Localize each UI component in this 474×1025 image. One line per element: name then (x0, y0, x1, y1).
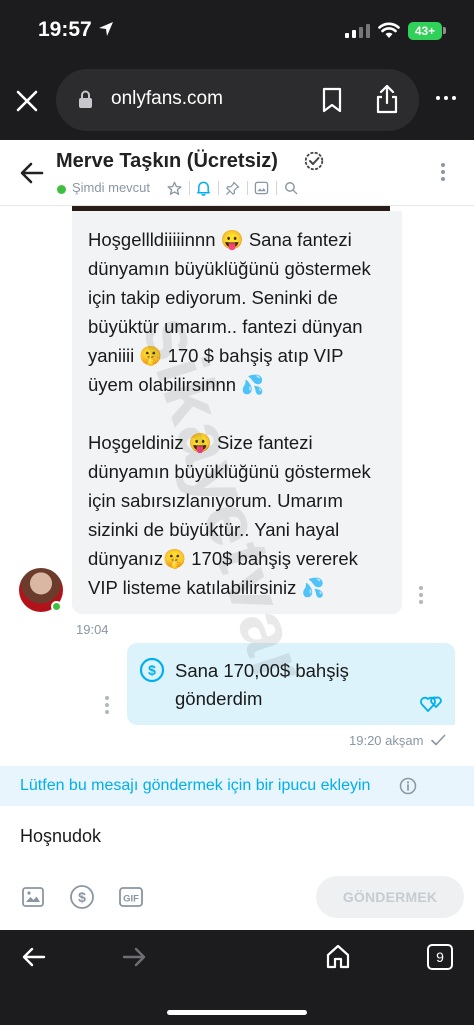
status-bar: 19:57 43+ (0, 0, 474, 62)
tabs-count-button[interactable]: 9 (427, 944, 453, 970)
bookmark-icon[interactable] (321, 87, 343, 113)
incoming-message-time: 19:04 (76, 622, 109, 637)
browser-toolbar: onlyfans.com (0, 62, 474, 140)
contact-name[interactable]: Merve Taşkın (Ücretsiz) (56, 150, 278, 173)
more-options-icon[interactable] (436, 96, 456, 100)
media-gallery-button[interactable] (247, 178, 276, 198)
avatar-online-dot (51, 601, 62, 612)
online-status-dot (57, 185, 66, 194)
svg-text:$: $ (78, 889, 86, 905)
dollar-circle-icon: $ (70, 885, 94, 909)
like-hearts-icon[interactable] (419, 691, 445, 715)
share-icon[interactable] (374, 84, 400, 114)
bell-icon (197, 181, 210, 196)
battery-indicator: 43+ (408, 22, 442, 40)
notifications-button[interactable] (189, 178, 218, 198)
send-button[interactable]: GÖNDERMEK (316, 876, 464, 918)
tip-required-notice: Lütfen bu mesajı göndermek için bir ipuc… (0, 766, 474, 806)
image-icon (22, 887, 44, 907)
home-indicator (167, 1010, 307, 1015)
image-icon (254, 181, 269, 195)
search-chat-button[interactable] (276, 178, 305, 198)
lock-icon (79, 90, 92, 108)
gif-icon: GIF (119, 887, 143, 907)
forward-arrow-icon[interactable] (122, 945, 146, 969)
chat-options-icon[interactable] (441, 163, 445, 181)
verified-badge-icon (304, 151, 324, 171)
cellular-signal-icon (345, 24, 370, 38)
battery-tip (443, 27, 446, 34)
pin-icon (225, 181, 240, 195)
attach-media-button[interactable] (19, 883, 47, 911)
back-arrow-icon[interactable] (22, 945, 46, 969)
browser-bottom-nav: 9 (0, 930, 474, 1025)
outgoing-message-time: 19:20 akşam (349, 733, 424, 748)
info-icon[interactable] (399, 777, 417, 795)
header-toolbar (160, 178, 305, 198)
address-bar[interactable]: onlyfans.com (56, 69, 419, 131)
message-options-icon[interactable] (105, 696, 109, 714)
home-icon[interactable] (325, 943, 351, 969)
gif-button[interactable]: GIF (117, 883, 145, 911)
send-tip-button[interactable]: $ (68, 883, 96, 911)
dollar-circle-icon: $ (139, 657, 165, 683)
svg-text:$: $ (148, 662, 156, 678)
incoming-message-text: Hoşgellldiiiiinnn 😛 Sana fantezi dünyamı… (88, 229, 371, 598)
url-text: onlyfans.com (111, 88, 223, 109)
svg-text:GIF: GIF (123, 894, 139, 905)
outgoing-tip-bubble: $ Sana 170,00$ bahşiş gönderdim (127, 643, 455, 725)
message-options-icon[interactable] (419, 586, 423, 604)
wifi-icon (378, 22, 400, 38)
notice-text: Lütfen bu mesajı göndermek için bir ipuc… (20, 777, 371, 794)
star-icon (167, 181, 182, 195)
online-status-text: Şimdi mevcut (72, 180, 151, 195)
location-arrow-icon (99, 22, 113, 36)
favorite-button[interactable] (160, 178, 189, 198)
close-icon[interactable] (14, 88, 40, 114)
back-arrow-icon[interactable] (20, 162, 44, 184)
status-time: 19:57 (38, 18, 92, 41)
message-input[interactable] (0, 806, 474, 866)
read-check-icon (431, 734, 446, 746)
outgoing-message-text: Sana 170,00$ bahşiş gönderdim (175, 660, 349, 709)
incoming-message-bubble: Hoşgellldiiiiinnn 😛 Sana fantezi dünyamı… (72, 211, 402, 614)
pin-button[interactable] (218, 178, 247, 198)
chat-header: Merve Taşkın (Ücretsiz) Şimdi mevcut (0, 140, 474, 206)
search-icon (284, 182, 297, 195)
